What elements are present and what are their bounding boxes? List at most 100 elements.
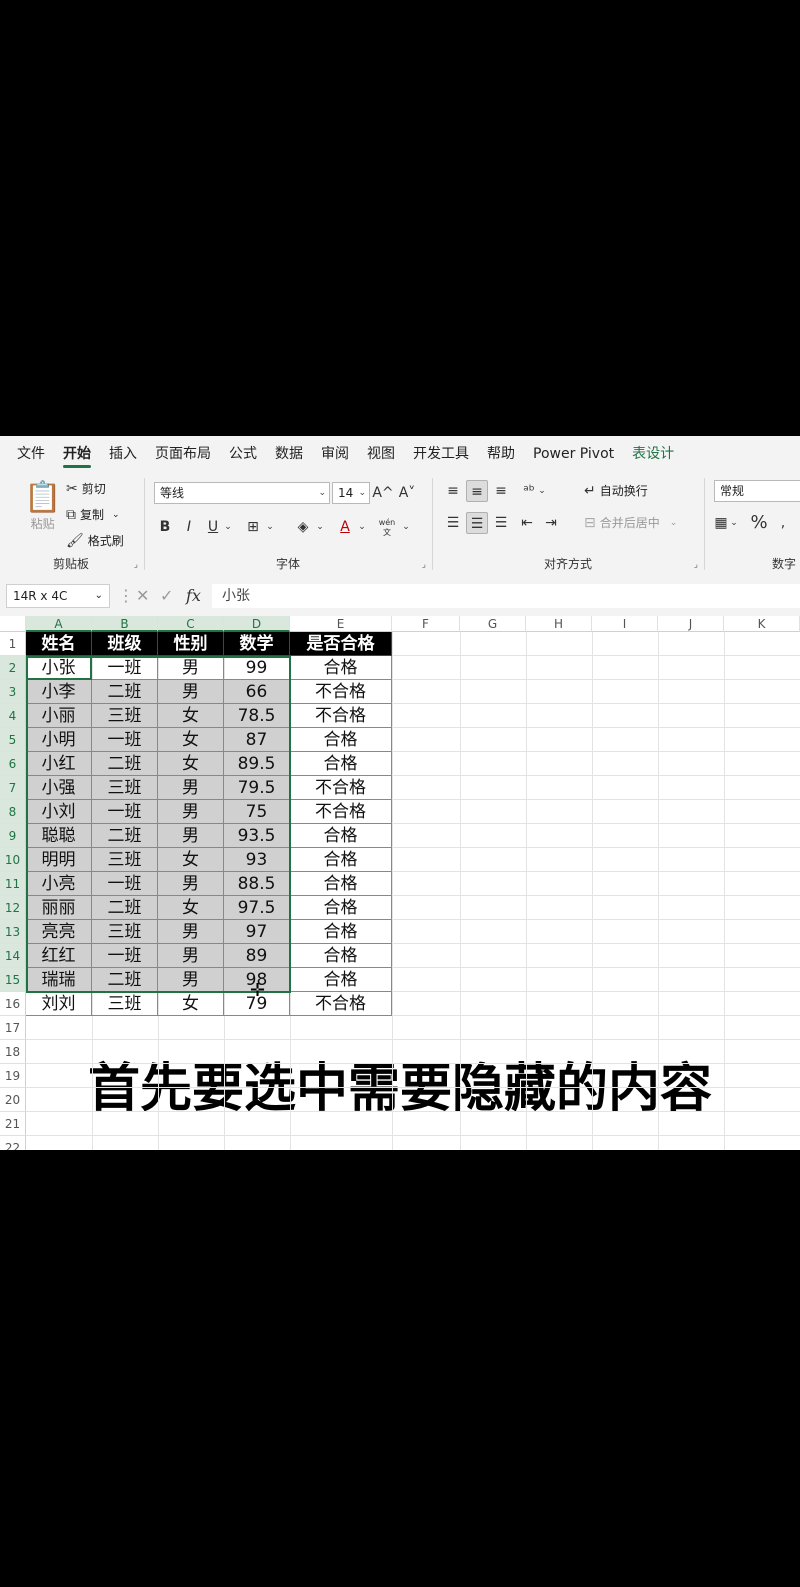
wrap-text-button[interactable]: ↵ 自动换行: [584, 482, 648, 499]
tab-3[interactable]: 页面布局: [146, 436, 220, 472]
dialog-launcher-icon[interactable]: ⌟: [694, 560, 698, 570]
bold-button[interactable]: B: [154, 516, 176, 538]
row-header[interactable]: 19: [0, 1064, 26, 1088]
align-top-icon[interactable]: ≡: [442, 480, 464, 502]
name-box[interactable]: 14R x 4C ⌄: [6, 584, 110, 608]
tab-5[interactable]: 数据: [266, 436, 312, 472]
column-header[interactable]: F: [392, 616, 460, 632]
row-header[interactable]: 15: [0, 968, 26, 992]
table-cell[interactable]: 合格: [290, 920, 392, 944]
table-cell[interactable]: 男: [158, 872, 224, 896]
table-cell[interactable]: 二班: [92, 752, 158, 776]
row-header[interactable]: 21: [0, 1112, 26, 1136]
table-cell[interactable]: 小红: [26, 752, 92, 776]
dialog-launcher-icon[interactable]: ⌟: [422, 560, 426, 570]
row-header[interactable]: 7: [0, 776, 26, 800]
table-cell[interactable]: 三班: [92, 920, 158, 944]
table-cell[interactable]: 一班: [92, 656, 158, 680]
column-header[interactable]: K: [724, 616, 800, 632]
table-cell[interactable]: 合格: [290, 968, 392, 992]
fill-color-icon[interactable]: ◈: [292, 516, 314, 538]
cut-button[interactable]: ✂ 剪切: [66, 480, 106, 497]
table-cell[interactable]: 合格: [290, 896, 392, 920]
table-cell[interactable]: 女: [158, 728, 224, 752]
font-name-combo[interactable]: 等线 ⌄: [154, 482, 330, 504]
table-cell[interactable]: 女: [158, 752, 224, 776]
table-header-cell[interactable]: 性别: [158, 632, 224, 656]
table-cell[interactable]: 小丽: [26, 704, 92, 728]
chevron-down-icon[interactable]: ⌄: [400, 516, 412, 538]
table-cell[interactable]: 不合格: [290, 800, 392, 824]
row-header[interactable]: 9: [0, 824, 26, 848]
formula-input[interactable]: 小张: [212, 584, 800, 608]
table-cell[interactable]: 小明: [26, 728, 92, 752]
tab-6[interactable]: 审阅: [312, 436, 358, 472]
align-center-icon[interactable]: ☰: [466, 512, 488, 534]
table-cell[interactable]: 一班: [92, 944, 158, 968]
table-cell[interactable]: 93.5: [224, 824, 290, 848]
table-cell[interactable]: 男: [158, 824, 224, 848]
row-header[interactable]: 13: [0, 920, 26, 944]
table-cell[interactable]: 男: [158, 800, 224, 824]
enter-icon[interactable]: ✓: [160, 586, 173, 605]
table-cell[interactable]: 一班: [92, 800, 158, 824]
table-cell[interactable]: 87: [224, 728, 290, 752]
tab-7[interactable]: 视图: [358, 436, 404, 472]
table-cell[interactable]: 刘刘: [26, 992, 92, 1016]
table-cell[interactable]: 合格: [290, 752, 392, 776]
row-header[interactable]: 18: [0, 1040, 26, 1064]
row-header[interactable]: 3: [0, 680, 26, 704]
table-header-cell[interactable]: 姓名: [26, 632, 92, 656]
phonetic-icon[interactable]: wén 文: [376, 516, 398, 538]
tab-0[interactable]: 文件: [8, 436, 54, 472]
table-cell[interactable]: 男: [158, 776, 224, 800]
table-cell[interactable]: 小强: [26, 776, 92, 800]
table-cell[interactable]: 女: [158, 992, 224, 1016]
shrink-font-button[interactable]: A˅: [396, 482, 418, 504]
table-cell[interactable]: 合格: [290, 872, 392, 896]
row-header[interactable]: 22: [0, 1136, 26, 1150]
row-header[interactable]: 11: [0, 872, 26, 896]
chevron-down-icon[interactable]: ⌄: [356, 516, 368, 538]
row-header[interactable]: 4: [0, 704, 26, 728]
align-middle-icon[interactable]: ≡: [466, 480, 488, 502]
table-header-cell[interactable]: 班级: [92, 632, 158, 656]
merge-center-button[interactable]: ⊟ 合并后居中 ⌄: [584, 514, 677, 531]
table-cell[interactable]: 聪聪: [26, 824, 92, 848]
table-cell[interactable]: 三班: [92, 992, 158, 1016]
row-header[interactable]: 12: [0, 896, 26, 920]
table-cell[interactable]: 红红: [26, 944, 92, 968]
table-cell[interactable]: 男: [158, 920, 224, 944]
table-cell[interactable]: 66: [224, 680, 290, 704]
table-cell[interactable]: 男: [158, 680, 224, 704]
table-cell[interactable]: 女: [158, 896, 224, 920]
tab-8[interactable]: 开发工具: [404, 436, 478, 472]
number-format-combo[interactable]: 常规: [714, 480, 800, 502]
row-header[interactable]: 14: [0, 944, 26, 968]
percent-button[interactable]: %: [748, 512, 770, 534]
copy-button[interactable]: ⧉ 复制 ⌄: [66, 506, 120, 523]
table-cell[interactable]: 不合格: [290, 680, 392, 704]
tab-2[interactable]: 插入: [100, 436, 146, 472]
font-color-icon[interactable]: A: [334, 516, 356, 538]
row-header[interactable]: 17: [0, 1016, 26, 1040]
row-header[interactable]: 6: [0, 752, 26, 776]
table-cell[interactable]: 合格: [290, 656, 392, 680]
column-header[interactable]: B: [92, 616, 158, 632]
tab-10[interactable]: Power Pivot: [524, 436, 623, 472]
chevron-down-icon[interactable]: ⌄: [222, 516, 234, 538]
comma-style-icon[interactable]: ,: [772, 512, 794, 534]
borders-icon[interactable]: ⊞: [242, 516, 264, 538]
table-cell[interactable]: 75: [224, 800, 290, 824]
column-header[interactable]: H: [526, 616, 592, 632]
table-cell[interactable]: 亮亮: [26, 920, 92, 944]
table-cell[interactable]: 小刘: [26, 800, 92, 824]
paste-button[interactable]: 📋 粘贴: [24, 480, 61, 532]
chevron-down-icon[interactable]: ⌄: [536, 480, 548, 502]
table-cell[interactable]: 97.5: [224, 896, 290, 920]
table-cell[interactable]: 不合格: [290, 776, 392, 800]
table-cell[interactable]: 丽丽: [26, 896, 92, 920]
table-cell[interactable]: 合格: [290, 728, 392, 752]
row-header[interactable]: 8: [0, 800, 26, 824]
grow-font-button[interactable]: A^: [372, 482, 394, 504]
